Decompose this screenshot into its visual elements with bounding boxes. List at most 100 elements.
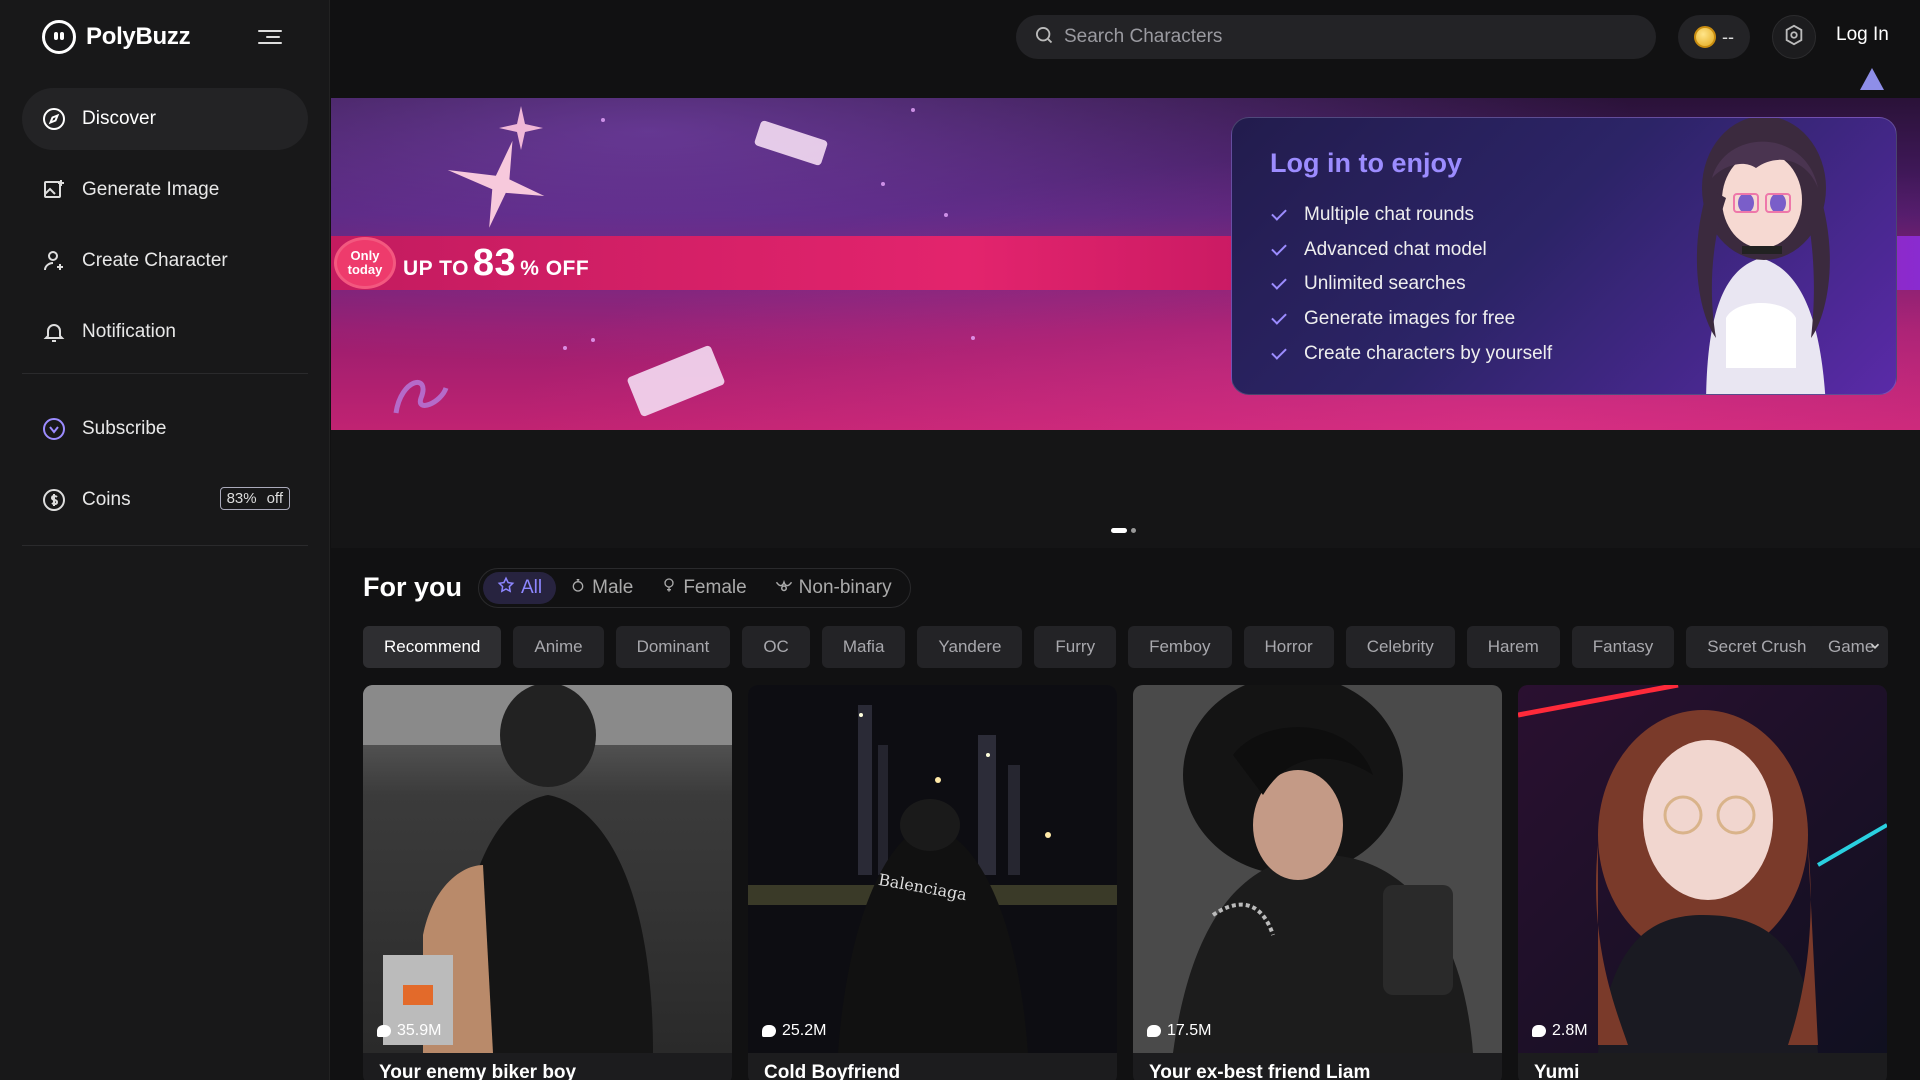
sparkle-icon xyxy=(499,106,543,150)
sidebar-item-label: Generate Image xyxy=(82,179,220,200)
only-label: Only xyxy=(350,248,380,263)
sidebar-item-discover[interactable]: Discover xyxy=(22,88,308,150)
tab-female[interactable]: Female xyxy=(647,572,760,604)
chip-yandere[interactable]: Yandere xyxy=(917,626,1023,668)
bell-icon xyxy=(42,320,66,344)
promo-banner[interactable]: Only today UP TO 83 % OFF Log in to enjo… xyxy=(331,98,1920,430)
benefit-item: Create characters by yourself xyxy=(1271,336,1552,371)
crown-icon xyxy=(42,417,66,441)
search-input[interactable] xyxy=(1064,26,1624,48)
character-card[interactable]: 2.8M Yumi xyxy=(1518,685,1887,1080)
check-icon xyxy=(1271,309,1287,325)
benefit-item: Generate images for free xyxy=(1271,302,1552,337)
more-categories-dropdown[interactable]: Game xyxy=(1806,626,1888,668)
floating-ticket-icon xyxy=(626,344,726,418)
settings-button[interactable] xyxy=(1772,15,1816,59)
chip-mafia[interactable]: Mafia xyxy=(821,626,906,668)
brand-name: PolyBuzz xyxy=(86,23,191,50)
chip-anime[interactable]: Anime xyxy=(513,626,604,668)
sidebar-item-create-character[interactable]: Create Character xyxy=(22,230,308,292)
benefit-item: Advanced chat model xyxy=(1271,233,1552,268)
promo-number: 83 xyxy=(472,241,517,284)
promo-text: UP TO 83 % OFF xyxy=(403,242,589,285)
carousel-dot[interactable] xyxy=(1111,528,1127,533)
check-icon xyxy=(1271,274,1287,291)
promo-suffix: % OFF xyxy=(520,256,590,280)
chip-femboy[interactable]: Femboy xyxy=(1128,626,1232,668)
character-card[interactable]: 17.5M Your ex-best friend Liam xyxy=(1133,685,1502,1080)
sparkle-icon xyxy=(447,140,545,228)
discount-off-label: off xyxy=(266,490,283,507)
character-image xyxy=(1133,685,1502,1053)
chip-oc[interactable]: OC xyxy=(742,626,810,668)
gender-filter-tabs: All Male Female Non-binary xyxy=(478,568,911,608)
today-label: today xyxy=(347,262,383,277)
chat-count: 2.8M xyxy=(1532,1022,1588,1040)
star-icon xyxy=(497,576,515,600)
chip-celebrity[interactable]: Celebrity xyxy=(1345,626,1455,668)
chat-count-value: 35.9M xyxy=(397,1022,442,1039)
ribbon-icon xyxy=(393,379,449,414)
login-card-title: Log in to enjoy xyxy=(1270,148,1462,178)
chevron-down-icon xyxy=(1868,638,1882,658)
tab-label: Non-binary xyxy=(798,577,892,598)
search-bar[interactable] xyxy=(1016,15,1656,59)
chat-count-value: 17.5M xyxy=(1167,1022,1212,1039)
collapse-sidebar-button[interactable] xyxy=(258,26,282,50)
character-card[interactable]: Balenciaga 25.2M Cold Boyfriend xyxy=(748,685,1117,1080)
tab-label: Female xyxy=(683,577,747,598)
tab-label: Male xyxy=(592,577,634,598)
sidebar-item-notification[interactable]: Notification xyxy=(22,301,308,363)
character-image xyxy=(363,685,732,1053)
chip-recommend[interactable]: Recommend xyxy=(363,626,502,668)
character-card[interactable]: 35.9M Your enemy biker boy xyxy=(363,685,732,1080)
chip-furry[interactable]: Furry xyxy=(1034,626,1117,668)
chip-horror[interactable]: Horror xyxy=(1243,626,1334,668)
character-image: Balenciaga xyxy=(748,685,1117,1053)
sidebar-item-label: Coins xyxy=(82,489,131,510)
female-icon xyxy=(661,576,677,600)
sidebar-item-label: Subscribe xyxy=(82,418,167,439)
chip-fantasy[interactable]: Fantasy xyxy=(1571,626,1675,668)
benefit-text: Advanced chat model xyxy=(1304,238,1487,260)
chip-harem[interactable]: Harem xyxy=(1466,626,1560,668)
sidebar-nav: Discover Generate Image Create Character… xyxy=(22,88,308,570)
sidebar-item-subscribe[interactable]: Subscribe xyxy=(22,398,308,460)
discount-percent: 83% xyxy=(226,490,257,507)
chat-count-value: 25.2M xyxy=(782,1022,827,1039)
sidebar-item-label: Notification xyxy=(82,321,176,342)
benefit-text: Generate images for free xyxy=(1304,308,1516,330)
coin-icon xyxy=(1694,26,1716,48)
chat-bubble-icon xyxy=(1147,1025,1161,1037)
floating-ticket-icon xyxy=(753,119,829,167)
benefit-text: Unlimited searches xyxy=(1304,273,1466,295)
benefit-text: Multiple chat rounds xyxy=(1304,204,1475,226)
benefit-item: Unlimited searches xyxy=(1271,267,1552,302)
sidebar-item-label: Create Character xyxy=(82,250,228,271)
character-name: Cold Boyfriend xyxy=(764,1062,901,1080)
sidebar-divider xyxy=(22,373,308,374)
promo-prefix: UP TO xyxy=(403,256,469,280)
polybuzz-logo-icon xyxy=(42,20,76,54)
sidebar-item-coins[interactable]: Coins 83% off xyxy=(22,469,308,531)
check-icon xyxy=(1271,205,1287,222)
tab-non-binary[interactable]: Non-binary xyxy=(761,572,906,604)
section-title: For you xyxy=(363,572,462,602)
coin-balance-button[interactable]: -- xyxy=(1678,15,1750,59)
check-icon xyxy=(1271,240,1287,256)
non-binary-icon xyxy=(775,577,793,599)
character-name: Your ex-best friend Liam xyxy=(1149,1062,1371,1080)
login-button[interactable]: Log In xyxy=(1836,24,1889,46)
sidebar-item-generate-image[interactable]: Generate Image xyxy=(22,159,308,221)
chat-bubble-icon xyxy=(762,1025,776,1037)
tab-all[interactable]: All xyxy=(483,572,557,604)
tab-male[interactable]: Male xyxy=(556,572,647,604)
carousel-dot[interactable] xyxy=(1131,528,1136,533)
chat-count-value: 2.8M xyxy=(1552,1022,1588,1039)
chip-dominant[interactable]: Dominant xyxy=(615,626,731,668)
brand[interactable]: PolyBuzz xyxy=(42,20,191,54)
chat-count: 35.9M xyxy=(377,1022,441,1040)
tab-label: All xyxy=(521,577,543,598)
character-image xyxy=(1518,685,1887,1053)
login-benefits-card[interactable]: Log in to enjoy Multiple chat rounds Adv… xyxy=(1231,117,1897,395)
